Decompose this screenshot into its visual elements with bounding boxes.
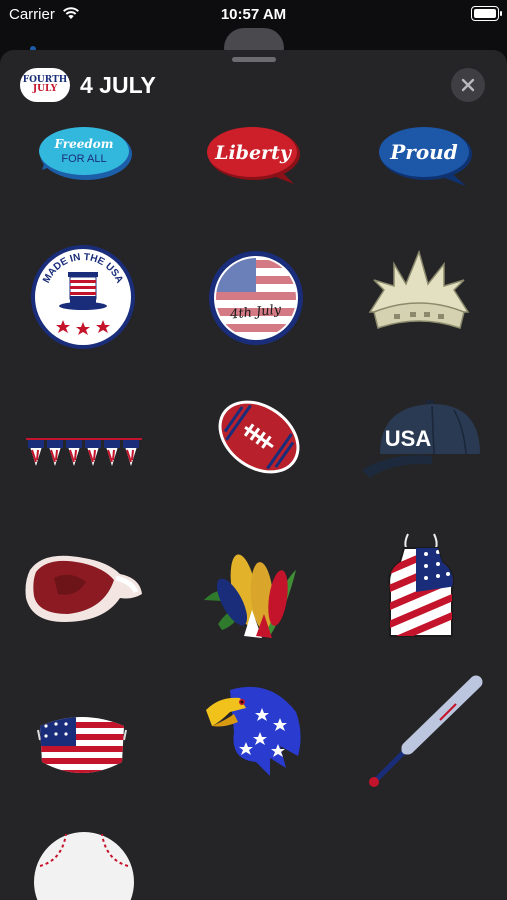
close-icon — [461, 78, 475, 92]
sticker-proud-text: Proud — [389, 140, 457, 164]
app-icon-line2: JULY — [32, 84, 58, 94]
sticker-flag-apron[interactable] — [386, 532, 456, 642]
sticker-proud[interactable]: Proud — [376, 124, 474, 190]
status-bar: Carrier 10:57 AM — [0, 0, 507, 30]
sticker-steak[interactable] — [24, 548, 144, 628]
clock-label: 10:57 AM — [220, 6, 287, 23]
sticker-usa-cap-text: USA — [385, 426, 432, 451]
sticker-freedom-for-all[interactable]: Freedom FOR ALL — [36, 124, 134, 188]
sticker-freedom-text: Freedom — [54, 137, 114, 151]
sticker-liberty[interactable]: Liberty — [206, 124, 304, 190]
sticker-baseball[interactable] — [32, 830, 136, 900]
sticker-flag-bunting[interactable] — [26, 436, 142, 468]
sheet-grabber[interactable] — [232, 57, 276, 62]
sticker-liberty-text: Liberty — [214, 142, 293, 164]
sticker-baseball-bat[interactable] — [366, 674, 486, 790]
sticker-made-in-usa[interactable]: MADE IN THE USA — [30, 244, 136, 350]
sticker-eagle[interactable] — [200, 682, 306, 778]
close-button[interactable] — [451, 68, 485, 102]
sticker-flag-mask[interactable] — [36, 712, 128, 782]
sticker-liberty-crown[interactable] — [364, 250, 474, 332]
sticker-football[interactable] — [214, 392, 304, 482]
app-icon: FOURTH JULY — [20, 68, 70, 102]
messages-screen: Carrier 10:57 AM FOURTH JULY 4 JULY Free… — [0, 0, 507, 900]
battery-icon — [471, 6, 502, 21]
sticker-4th-july[interactable]: 4th July — [208, 250, 304, 346]
sticker-for-all-text: FOR ALL — [61, 153, 106, 165]
sticker-usa-cap[interactable]: USA — [362, 398, 484, 482]
sticker-corn[interactable] — [204, 540, 300, 640]
sheet-title: 4 JULY — [80, 72, 156, 98]
